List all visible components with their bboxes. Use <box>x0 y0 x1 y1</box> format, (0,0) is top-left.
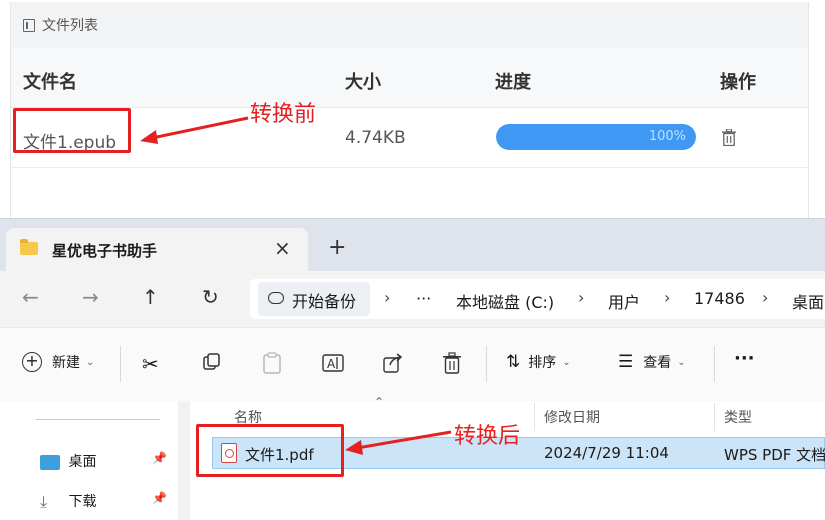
column-header-size: 大小 <box>345 72 381 93</box>
chevron-right-icon: › <box>664 288 671 307</box>
breadcrumb-local-disk[interactable]: 本地磁盘 (C:) <box>456 289 554 313</box>
chevron-right-icon: › <box>384 288 391 307</box>
navigation-bar: ← → ↑ ↻ 开始备份 › ··· 本地磁盘 (C:) › 用户 › 1748… <box>0 271 825 327</box>
sidebar-divider <box>36 419 160 420</box>
new-label: 新建 <box>52 355 80 371</box>
progress-bar: 100% <box>496 124 696 150</box>
column-header-name: 文件名 <box>23 72 77 93</box>
panel-title: 文件列表 <box>42 18 98 34</box>
breadcrumb-desktop[interactable]: 桌面 <box>792 289 824 313</box>
sidebar-scrollbar[interactable] <box>178 401 190 520</box>
sort-button[interactable]: ⇅ 排序 ⌄ <box>506 352 571 372</box>
arrow-before <box>140 116 249 144</box>
backup-button[interactable]: 开始备份 <box>258 282 370 316</box>
column-header-type[interactable]: 类型 <box>724 407 752 427</box>
more-options-icon[interactable]: ··· <box>734 348 755 369</box>
forward-arrow-icon[interactable]: → <box>82 285 99 309</box>
highlight-box-before <box>13 108 131 153</box>
back-arrow-icon[interactable]: ← <box>22 285 39 309</box>
column-header-modified[interactable]: 修改日期 <box>544 407 600 427</box>
refresh-icon[interactable]: ↻ <box>202 285 219 309</box>
paste-icon[interactable] <box>262 352 282 374</box>
explorer-content: 桌面 📌 ⤓ 下载 📌 ⌃ 名称 修改日期 类型 文件1.pdf 2024/7/… <box>0 395 825 520</box>
toolbar-divider <box>486 346 487 382</box>
folder-icon <box>20 239 38 255</box>
view-label: 查看 <box>643 355 672 371</box>
column-header-progress: 进度 <box>495 72 531 93</box>
sort-icon: ⇅ <box>506 352 521 372</box>
rename-icon[interactable]: A <box>322 352 344 374</box>
progress-label: 100% <box>648 129 686 144</box>
command-bar: + 新建 ⌄ ✂ A ⇅ 排序 ⌄ ☰ 查看 ⌄ ··· <box>0 327 825 401</box>
highlight-box-after <box>196 424 344 477</box>
download-icon: ⤓ <box>40 492 48 511</box>
tab-strip: 星优电子书助手 × + <box>0 219 825 271</box>
file-type: WPS PDF 文档 <box>724 446 825 464</box>
svg-text:A: A <box>327 357 336 371</box>
chevron-right-icon: › <box>578 288 585 307</box>
sidebar-item-downloads[interactable]: ⤓ 下载 📌 <box>40 491 167 512</box>
table-header: 文件名 大小 进度 操作 <box>11 48 808 108</box>
breadcrumb-users[interactable]: 用户 <box>608 289 640 313</box>
toolbar-divider <box>120 346 121 382</box>
tab-title: 星优电子书助手 <box>52 242 158 260</box>
close-icon[interactable]: × <box>274 236 291 260</box>
panel-title-bar: 文件列表 <box>11 2 808 48</box>
view-list-icon: ☰ <box>618 352 634 372</box>
arrow-after <box>345 430 452 455</box>
plus-circle-icon: + <box>22 352 42 372</box>
tab-explorer[interactable]: 星优电子书助手 × <box>6 228 308 271</box>
new-tab-icon[interactable]: + <box>328 237 346 259</box>
column-header-action: 操作 <box>720 72 756 93</box>
file-size-cell: 4.74KB <box>345 128 406 148</box>
annotation-before: 转换前 <box>250 102 317 127</box>
delete-icon[interactable] <box>442 352 462 374</box>
file-explorer-window: 星优电子书助手 × + ← → ↑ ↻ 开始备份 › ··· 本地磁盘 (C:)… <box>0 218 825 520</box>
sidebar-item-label: 下载 <box>68 494 97 510</box>
navigation-pane: 桌面 📌 ⤓ 下载 📌 <box>0 401 178 520</box>
chevron-down-icon: ⌄ <box>677 356 686 368</box>
breadcrumb-user-folder[interactable]: 17486 <box>694 289 745 308</box>
toolbar-divider <box>714 346 715 382</box>
breadcrumb-ellipsis[interactable]: ··· <box>416 289 431 308</box>
pin-icon[interactable]: 📌 <box>152 491 167 505</box>
file-list-icon <box>23 18 35 32</box>
sidebar-item-desktop[interactable]: 桌面 📌 <box>40 451 167 471</box>
view-button[interactable]: ☰ 查看 ⌄ <box>618 352 686 372</box>
file-modified-date: 2024/7/29 11:04 <box>544 444 669 462</box>
new-button[interactable]: + 新建 ⌄ <box>22 352 94 372</box>
share-icon[interactable] <box>382 352 404 374</box>
annotation-after: 转换后 <box>454 424 521 449</box>
trash-icon[interactable] <box>722 129 736 146</box>
backup-label: 开始备份 <box>292 292 357 311</box>
up-arrow-icon[interactable]: ↑ <box>142 285 159 309</box>
copy-icon[interactable] <box>202 352 222 372</box>
chevron-down-icon: ⌄ <box>562 356 571 368</box>
sort-label: 排序 <box>528 355 557 371</box>
cut-icon[interactable]: ✂ <box>142 352 159 376</box>
sidebar-item-label: 桌面 <box>68 454 97 470</box>
chevron-down-icon: ⌄ <box>86 356 95 368</box>
column-divider[interactable] <box>534 403 535 431</box>
chevron-right-icon: › <box>762 288 769 307</box>
collapse-chevron-icon[interactable]: ⌃ <box>374 395 384 409</box>
column-divider[interactable] <box>714 403 715 431</box>
desktop-icon <box>40 454 60 470</box>
cloud-backup-icon <box>268 292 284 304</box>
pin-icon[interactable]: 📌 <box>152 451 167 465</box>
address-bar[interactable]: 开始备份 › ··· 本地磁盘 (C:) › 用户 › 17486 › 桌面 <box>250 279 825 319</box>
